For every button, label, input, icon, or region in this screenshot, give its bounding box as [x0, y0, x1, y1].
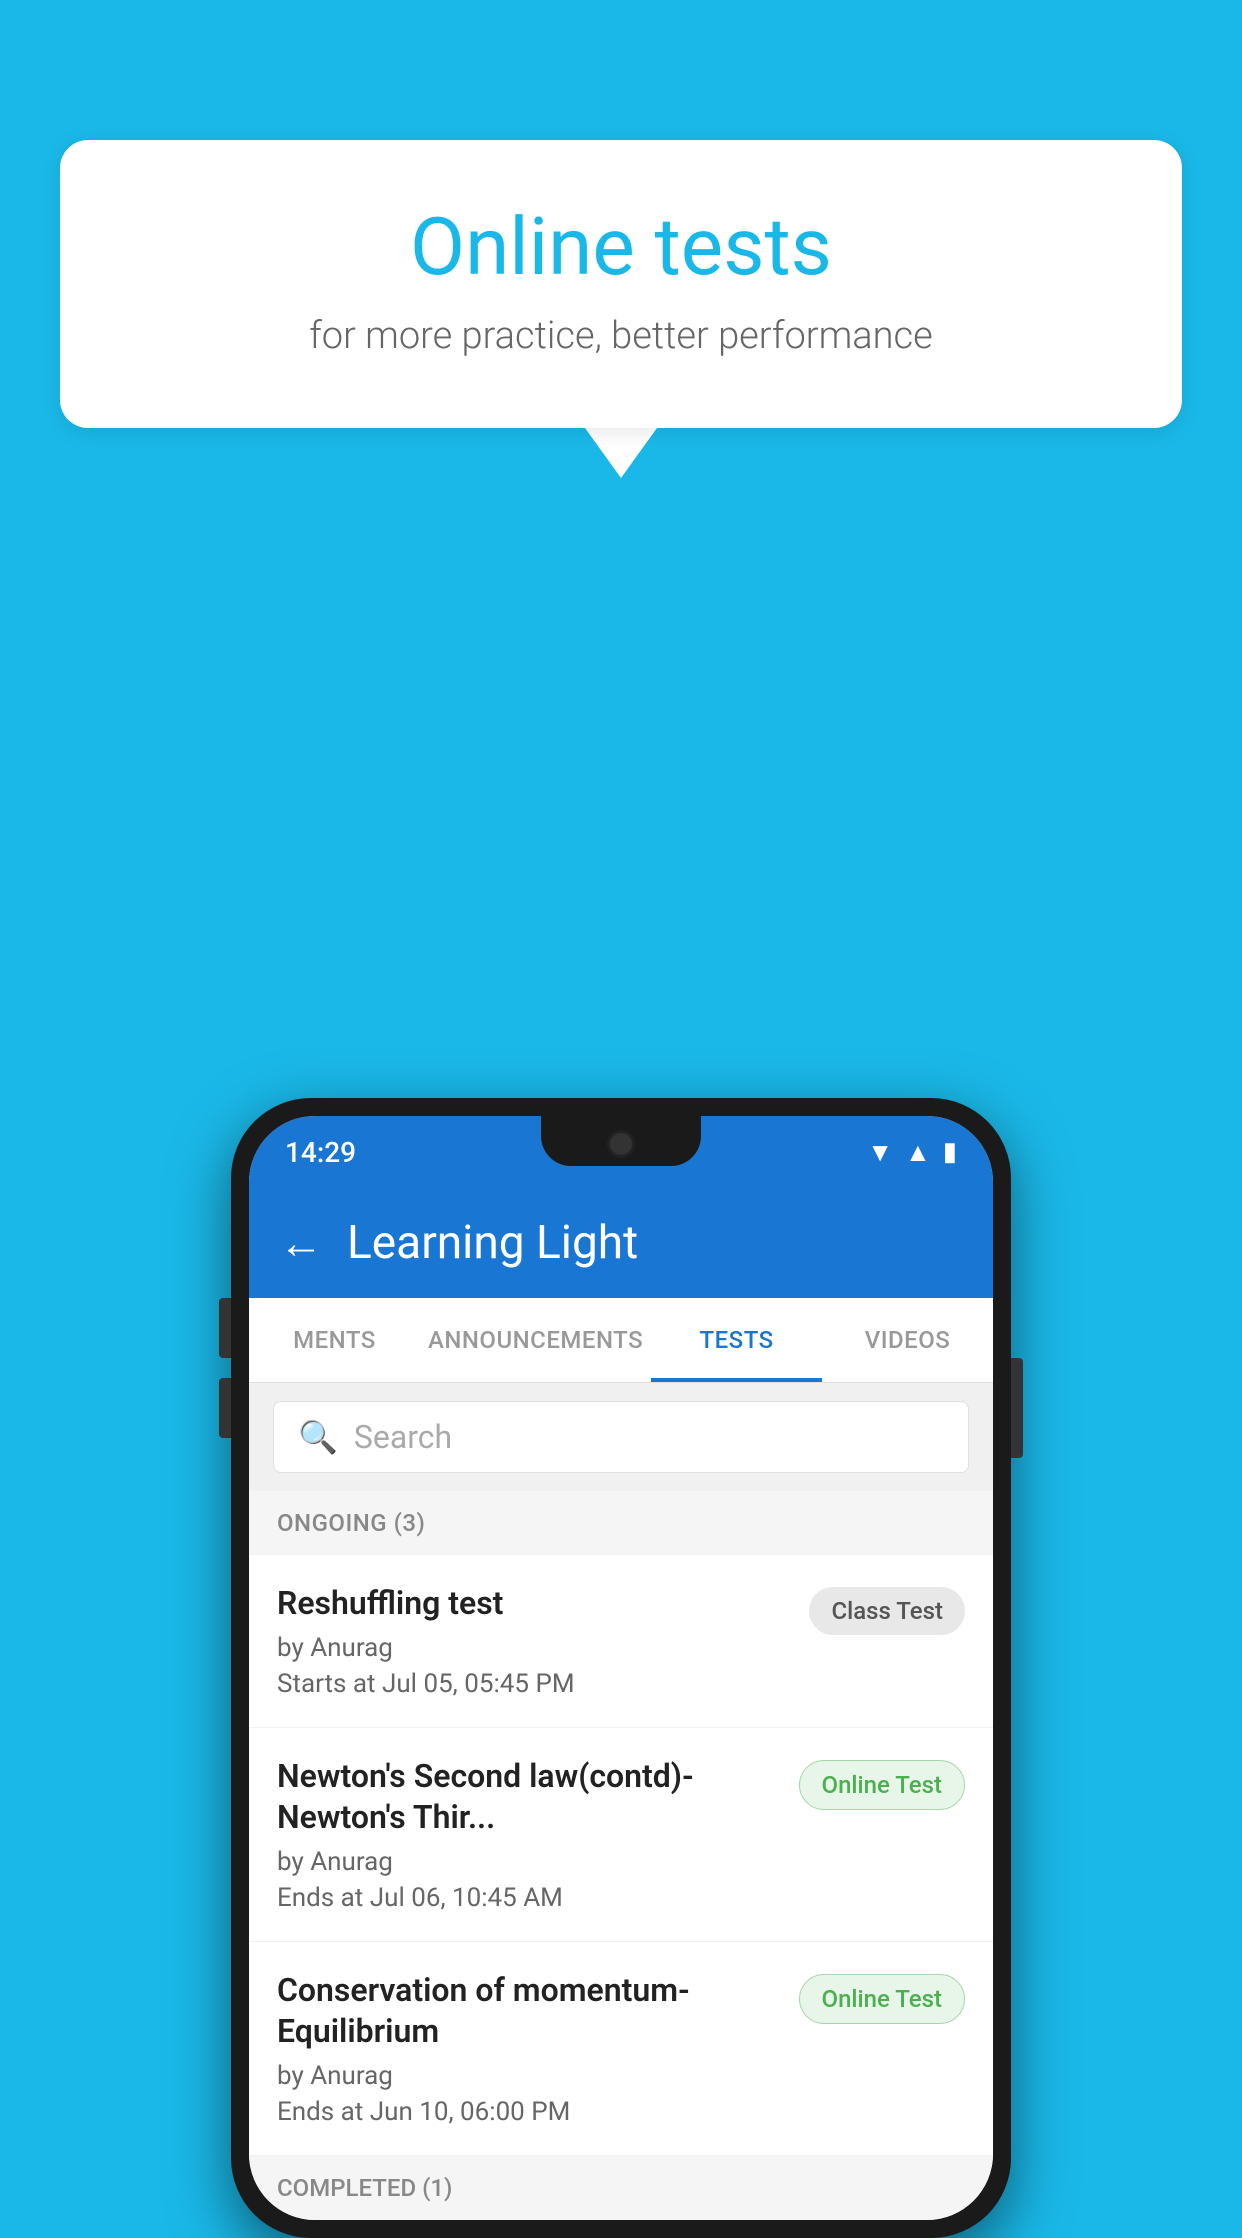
test-title-3: Conservation of momentum-Equilibrium [277, 1970, 779, 2053]
test-author-1: by Anurag [277, 1633, 789, 1663]
test-date-2: Ends at Jul 06, 10:45 AM [277, 1883, 779, 1913]
test-date-3: Ends at Jun 10, 06:00 PM [277, 2097, 779, 2127]
completed-section-header: COMPLETED (1) [249, 2156, 993, 2220]
search-bar[interactable]: 🔍 Search [273, 1401, 969, 1473]
search-icon: 🔍 [298, 1418, 338, 1456]
test-author-3: by Anurag [277, 2061, 779, 2091]
test-title-2: Newton's Second law(contd)-Newton's Thir… [277, 1756, 779, 1839]
test-badge-1: Class Test [809, 1587, 965, 1635]
tabs-bar: MENTS ANNOUNCEMENTS TESTS VIDEOS [249, 1298, 993, 1383]
signal-icon: ▲ [905, 1137, 931, 1168]
volume-up-button [219, 1298, 231, 1358]
test-item-2[interactable]: Newton's Second law(contd)-Newton's Thir… [249, 1728, 993, 1942]
test-badge-3: Online Test [799, 1974, 965, 2024]
test-title-1: Reshuffling test [277, 1583, 789, 1625]
toolbar-title: Learning Light [347, 1216, 638, 1270]
bubble-title: Online tests [140, 200, 1102, 294]
test-date-1: Starts at Jul 05, 05:45 PM [277, 1669, 789, 1699]
test-badge-2: Online Test [799, 1760, 965, 1810]
battery-icon: ▮ [943, 1137, 957, 1167]
test-item-3[interactable]: Conservation of momentum-Equilibrium by … [249, 1942, 993, 2156]
status-icons: ▼ ▲ ▮ [867, 1137, 957, 1168]
test-info-3: Conservation of momentum-Equilibrium by … [277, 1970, 799, 2127]
search-container: 🔍 Search [249, 1383, 993, 1491]
bubble-subtitle: for more practice, better performance [140, 314, 1102, 358]
notch [541, 1116, 701, 1166]
speech-bubble-section: Online tests for more practice, better p… [60, 140, 1182, 478]
test-item-1[interactable]: Reshuffling test by Anurag Starts at Jul… [249, 1555, 993, 1728]
back-button[interactable]: ← [279, 1217, 323, 1269]
tab-tests[interactable]: TESTS [651, 1298, 822, 1382]
phone-screen: 14:29 ▼ ▲ ▮ ← Learning Light MENTS ANNOU… [249, 1116, 993, 2220]
test-list: Reshuffling test by Anurag Starts at Jul… [249, 1555, 993, 2156]
phone-outer: 14:29 ▼ ▲ ▮ ← Learning Light MENTS ANNOU… [231, 1098, 1011, 2238]
app-toolbar: ← Learning Light [249, 1188, 993, 1298]
camera [607, 1130, 635, 1158]
power-button [1011, 1358, 1023, 1458]
tab-ments[interactable]: MENTS [249, 1298, 420, 1382]
volume-down-button [219, 1378, 231, 1438]
wifi-icon: ▼ [867, 1137, 893, 1168]
status-time: 14:29 [285, 1136, 356, 1169]
test-info-1: Reshuffling test by Anurag Starts at Jul… [277, 1583, 809, 1699]
tab-videos[interactable]: VIDEOS [822, 1298, 993, 1382]
phone-mockup: 14:29 ▼ ▲ ▮ ← Learning Light MENTS ANNOU… [231, 1098, 1011, 2238]
tab-announcements[interactable]: ANNOUNCEMENTS [420, 1298, 651, 1382]
test-author-2: by Anurag [277, 1847, 779, 1877]
status-bar: 14:29 ▼ ▲ ▮ [249, 1116, 993, 1188]
search-placeholder: Search [354, 1418, 452, 1456]
ongoing-section-header: ONGOING (3) [249, 1491, 993, 1555]
test-info-2: Newton's Second law(contd)-Newton's Thir… [277, 1756, 799, 1913]
bubble-arrow [585, 428, 657, 478]
speech-bubble: Online tests for more practice, better p… [60, 140, 1182, 428]
